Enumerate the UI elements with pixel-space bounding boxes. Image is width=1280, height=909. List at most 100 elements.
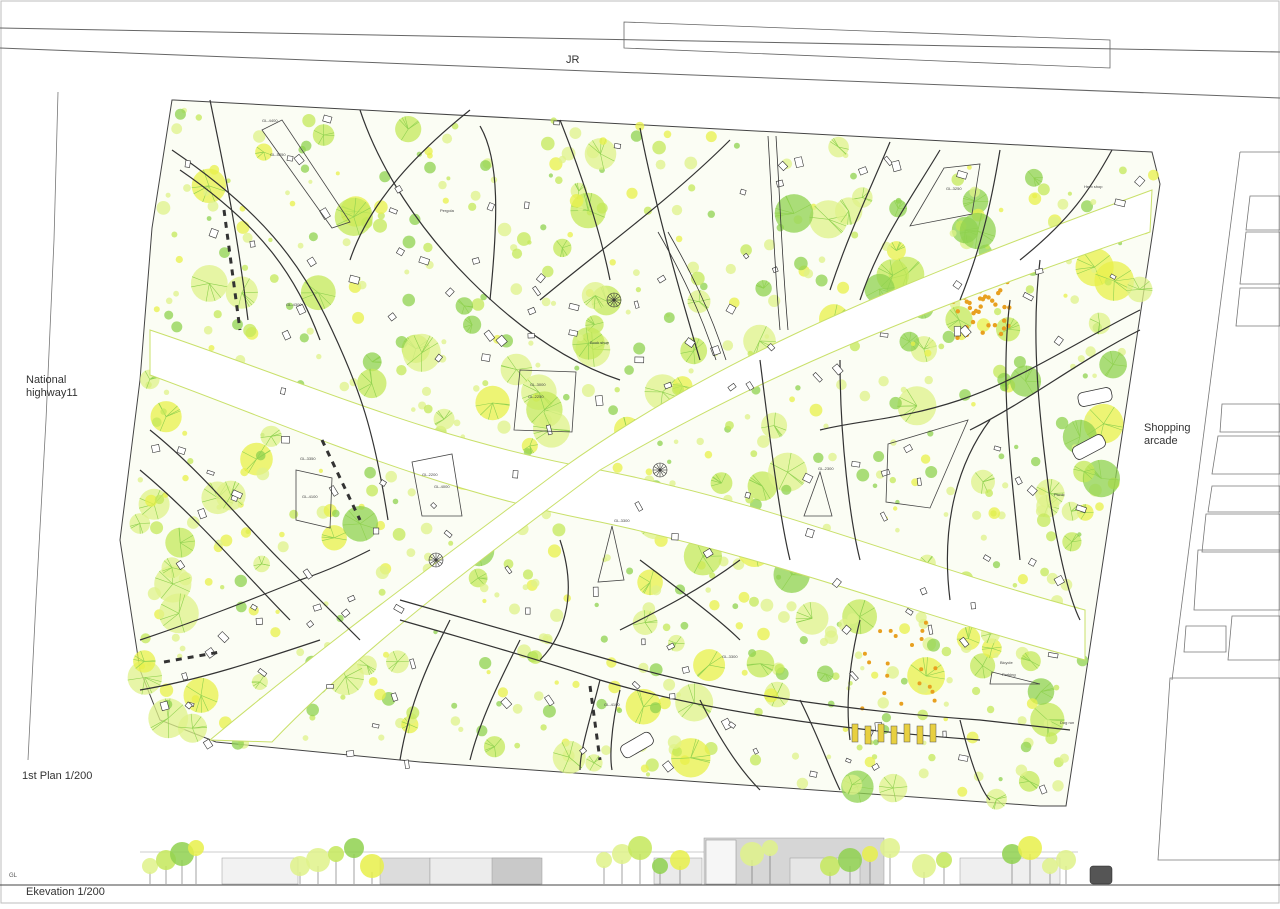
tree-symbol	[1026, 285, 1034, 293]
tree-symbol	[235, 575, 247, 587]
elevation-drawing	[0, 836, 1280, 885]
tree-symbol	[374, 689, 386, 701]
tree-symbol	[708, 211, 715, 218]
tree-symbol	[555, 176, 563, 184]
tree-symbol	[946, 677, 952, 683]
tree-symbol	[750, 754, 761, 765]
tree-symbol	[835, 197, 862, 224]
tree-symbol	[825, 631, 839, 645]
tree-symbol	[646, 468, 653, 475]
tree-symbol	[358, 281, 367, 290]
tree-symbol	[879, 774, 907, 802]
tree-symbol	[1092, 374, 1097, 379]
bench-icon	[404, 760, 409, 769]
tree-symbol	[706, 131, 717, 142]
tree-symbol	[182, 475, 188, 481]
ground-line-label: GL	[9, 873, 17, 880]
tree-symbol	[1119, 167, 1127, 175]
site-annotation: GL-3300	[614, 518, 630, 523]
tree-symbol	[1073, 461, 1095, 483]
tree-symbol	[385, 471, 397, 483]
tree-symbol	[555, 680, 559, 684]
tree-symbol	[901, 387, 907, 393]
tree-symbol	[689, 368, 694, 373]
tree-symbol	[851, 232, 858, 239]
tree-symbol	[534, 691, 544, 701]
tree-symbol	[386, 650, 409, 673]
flower-dot	[998, 288, 1002, 292]
tree-symbol	[993, 561, 1000, 568]
tree-symbol	[344, 838, 364, 884]
tree-symbol	[925, 376, 933, 384]
bench-icon	[151, 444, 160, 452]
tree-symbol	[303, 735, 309, 741]
flower-dot	[924, 621, 928, 625]
tree-symbol	[667, 460, 671, 464]
tree-symbol	[624, 365, 634, 375]
tree-symbol	[819, 256, 826, 263]
tree-symbol	[828, 453, 837, 462]
tree-symbol	[369, 677, 378, 686]
tree-symbol	[957, 787, 967, 797]
tree-symbol	[570, 194, 584, 208]
tree-symbol	[363, 352, 382, 371]
tree-symbol	[942, 647, 952, 657]
site-annotation: Bicycle	[1000, 660, 1013, 665]
tree-symbol	[633, 610, 658, 635]
tree-symbol	[927, 639, 940, 652]
site-annotation: Parking	[1002, 672, 1016, 677]
tree-symbol	[1105, 278, 1112, 285]
tree-symbol	[383, 652, 389, 658]
flower-dot	[867, 660, 871, 664]
tree-symbol	[742, 670, 748, 676]
tree-symbol	[1046, 531, 1056, 541]
tree-symbol	[615, 387, 620, 392]
tree-symbol	[626, 188, 637, 199]
tree-symbol	[705, 587, 711, 593]
tree-symbol	[1083, 373, 1088, 378]
tree-symbol	[480, 584, 489, 593]
tree-symbol	[528, 341, 533, 346]
bench-icon	[373, 528, 379, 534]
tree-symbol	[860, 666, 864, 670]
bench-icon	[595, 395, 603, 405]
tree-symbol	[473, 385, 480, 392]
tree-symbol	[570, 127, 582, 139]
national-highway-line	[28, 92, 58, 760]
tree-symbol	[1018, 574, 1028, 584]
tree-symbol	[523, 584, 529, 590]
tree-symbol	[403, 334, 441, 372]
tree-symbol	[290, 201, 296, 207]
tree-symbol	[204, 326, 213, 335]
tree-symbol	[577, 335, 584, 342]
tree-symbol	[855, 651, 863, 659]
tree-symbol	[873, 451, 884, 462]
tree-symbol	[857, 745, 863, 751]
tree-symbol	[925, 466, 937, 478]
tree-symbol	[826, 755, 831, 760]
tree-symbol	[541, 137, 555, 151]
jr-railway-label: JR	[566, 54, 579, 67]
tree-symbol	[407, 548, 416, 557]
tree-symbol	[475, 386, 509, 420]
site-annotation: GL-4400	[262, 118, 278, 123]
tree-symbol	[1027, 698, 1038, 709]
tree-symbol	[183, 184, 191, 192]
tree-symbol	[813, 453, 823, 463]
tree-symbol	[889, 397, 901, 409]
site-annotation: Herb shop	[1084, 184, 1103, 189]
tree-symbol	[316, 354, 321, 359]
flower-dot	[894, 634, 898, 638]
shopping-arcade-blocks	[1158, 152, 1280, 860]
tree-symbol	[559, 156, 566, 163]
compass-icon	[429, 553, 443, 567]
tree-symbol	[253, 556, 270, 573]
flower-dot	[986, 295, 990, 299]
tree-symbol	[1054, 685, 1060, 691]
tree-symbol	[739, 592, 750, 603]
bench-icon	[917, 478, 921, 486]
tree-symbol	[159, 594, 199, 634]
tree-symbol	[981, 535, 987, 541]
tree-symbol	[364, 467, 376, 479]
tree-symbol	[899, 623, 910, 634]
